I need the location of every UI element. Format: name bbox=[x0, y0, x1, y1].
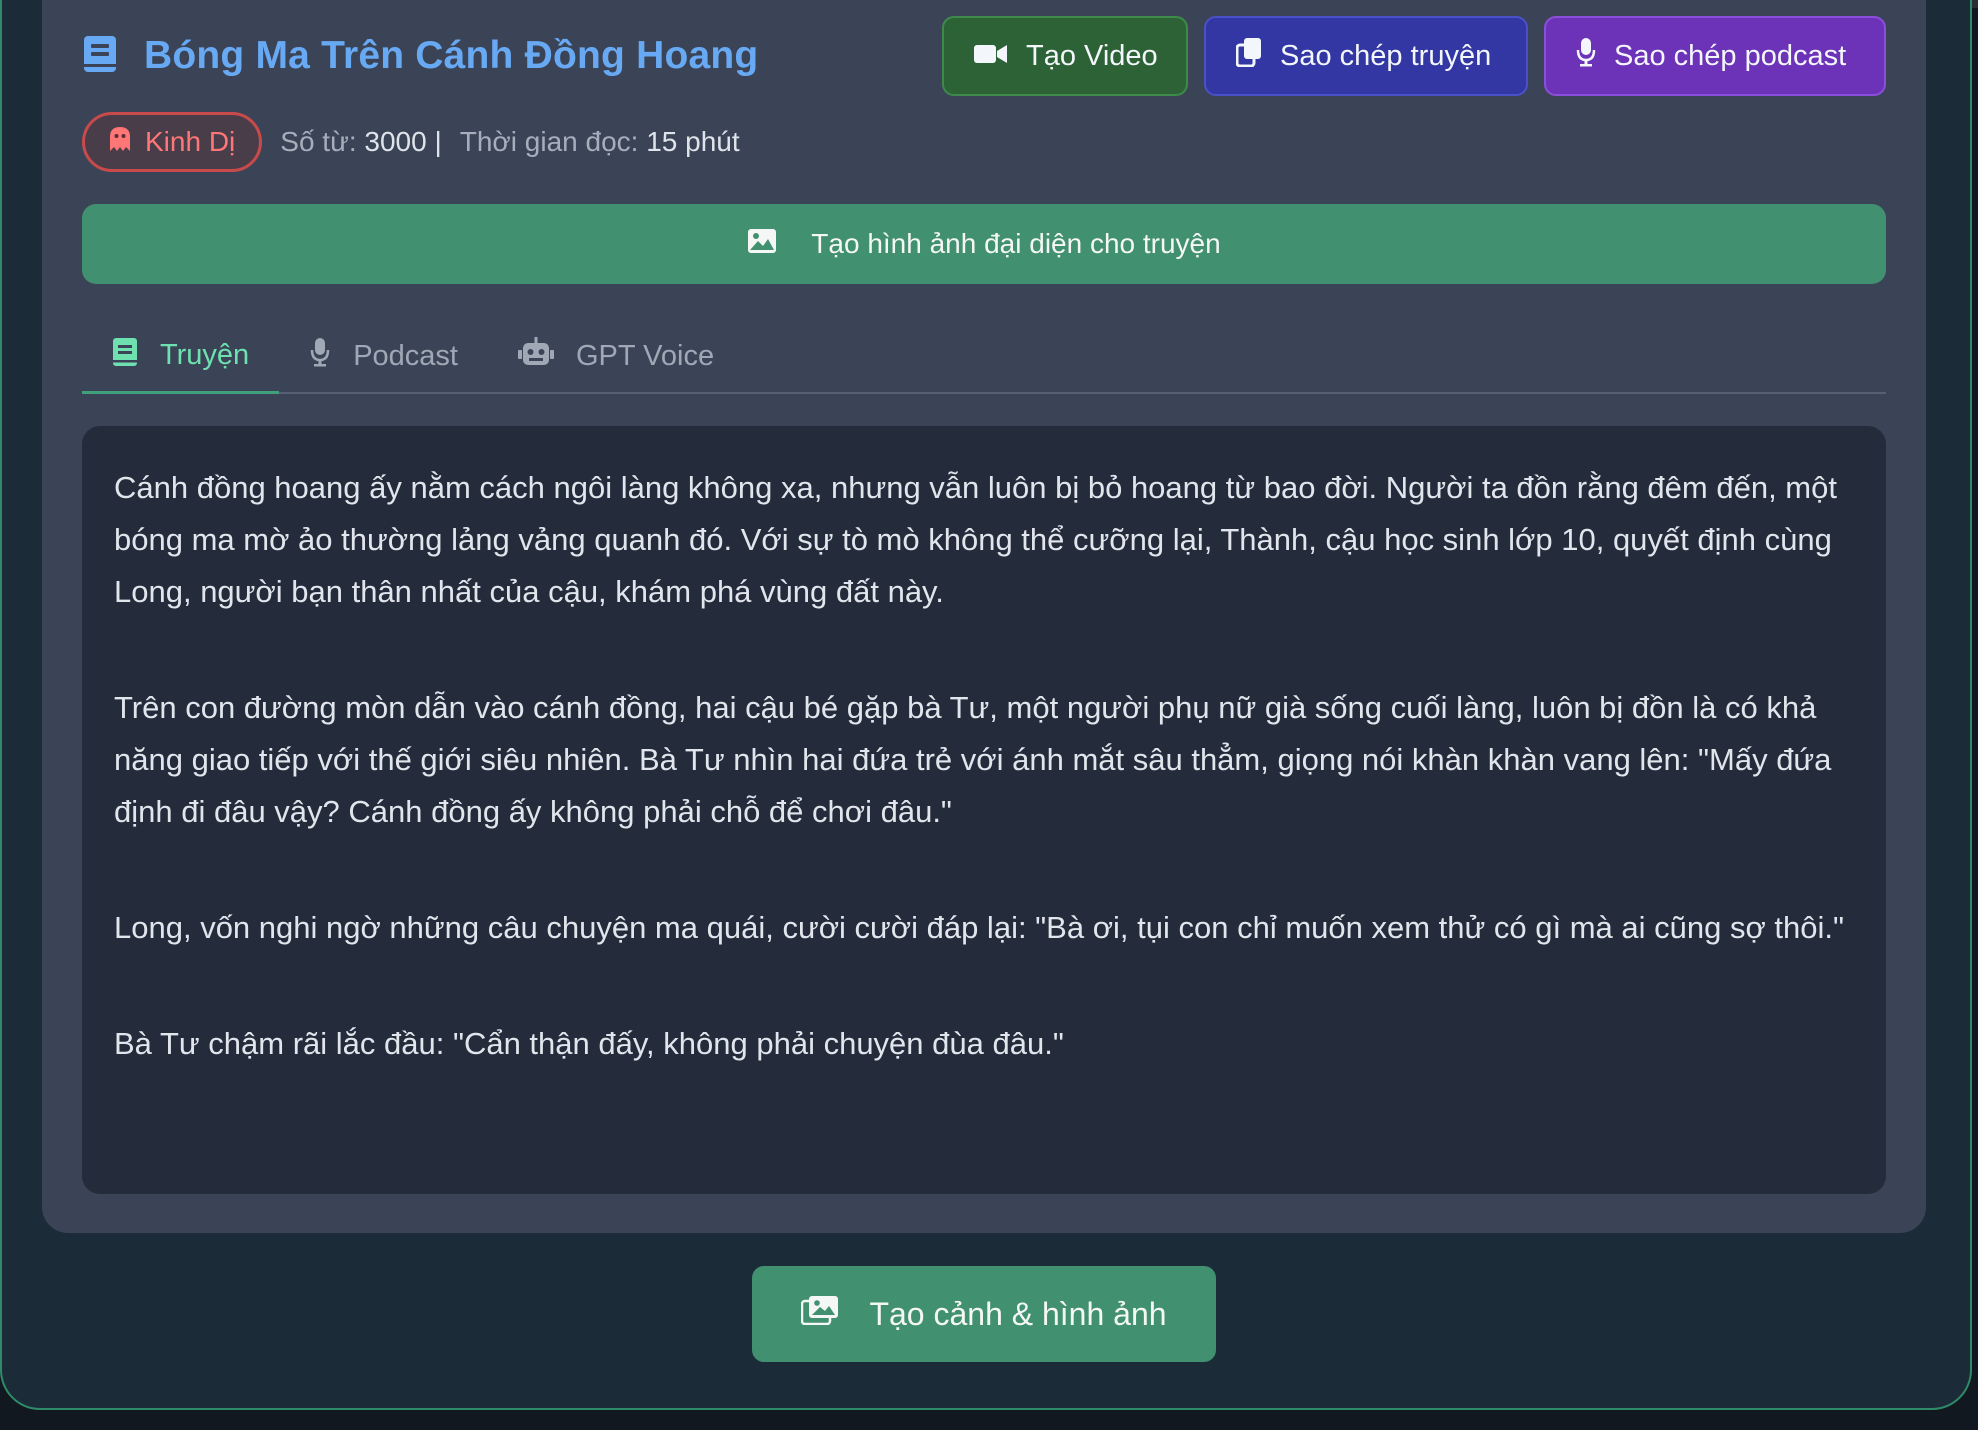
story-header: Bóng Ma Trên Cánh Đồng Hoang Tạo Video S… bbox=[82, 16, 1886, 96]
story-paragraph: Cánh đồng hoang ấy nằm cách ngôi làng kh… bbox=[114, 470, 1837, 609]
tab-gpt-voice-label: GPT Voice bbox=[575, 339, 715, 372]
images-icon bbox=[801, 1295, 839, 1333]
copy-podcast-label: Sao chép podcast bbox=[1614, 39, 1847, 72]
story-paragraph: Long, vốn nghi ngờ những câu chuyện ma q… bbox=[114, 910, 1845, 945]
word-count-value: 3000 bbox=[364, 126, 427, 157]
word-count-label: Số từ: bbox=[280, 126, 357, 157]
read-time-value: 15 phút bbox=[646, 126, 740, 157]
image-icon bbox=[747, 228, 777, 261]
word-count: Số từ: 3000 | bbox=[280, 126, 441, 158]
robot-icon bbox=[517, 337, 554, 375]
genre-badge: Kinh Dị bbox=[82, 112, 263, 172]
generate-scenes-button[interactable]: Tạo cảnh & hình ảnh bbox=[752, 1266, 1216, 1362]
generate-cover-image-button[interactable]: Tạo hình ảnh đại diện cho truyện bbox=[82, 204, 1886, 284]
microphone-icon bbox=[309, 337, 331, 375]
genre-label: Kinh Dị bbox=[145, 126, 236, 157]
title-group: Bóng Ma Trên Cánh Đồng Hoang bbox=[82, 34, 942, 79]
app-frame: Bóng Ma Trên Cánh Đồng Hoang Tạo Video S… bbox=[0, 0, 1972, 1410]
copy-story-button[interactable]: Sao chép truyện bbox=[1204, 16, 1528, 96]
tab-gpt-voice[interactable]: GPT Voice bbox=[488, 320, 744, 392]
tab-story-label: Truyện bbox=[160, 339, 250, 371]
story-content[interactable]: Cánh đồng hoang ấy nằm cách ngôi làng kh… bbox=[82, 426, 1886, 1194]
story-title: Bóng Ma Trên Cánh Đồng Hoang bbox=[144, 34, 759, 77]
read-time: Thời gian đọc: 15 phút bbox=[460, 126, 740, 158]
story-paragraph: Bà Tư chậm rãi lắc đầu: "Cẩn thận đấy, k… bbox=[114, 1026, 1064, 1061]
content-tabs: Truyện Podcast GPT Voice bbox=[82, 320, 1886, 394]
microphone-icon bbox=[1576, 37, 1596, 75]
generate-scenes-label: Tạo cảnh & hình ảnh bbox=[869, 1295, 1167, 1332]
book-icon bbox=[112, 337, 138, 375]
generate-cover-label: Tạo hình ảnh đại diện cho truyện bbox=[811, 228, 1221, 259]
copy-podcast-button[interactable]: Sao chép podcast bbox=[1544, 16, 1886, 96]
create-video-label: Tạo Video bbox=[1026, 39, 1158, 72]
copy-icon bbox=[1235, 37, 1262, 75]
tab-story[interactable]: Truyện bbox=[82, 320, 280, 394]
story-paragraph: Trên con đường mòn dẫn vào cánh đồng, ha… bbox=[114, 690, 1832, 829]
read-time-label: Thời gian đọc: bbox=[459, 126, 639, 157]
story-meta: Kinh Dị Số từ: 3000 | Thời gian đọc: 15 … bbox=[82, 112, 740, 172]
tab-podcast[interactable]: Podcast bbox=[279, 320, 488, 392]
copy-story-label: Sao chép truyện bbox=[1280, 39, 1492, 72]
header-actions: Tạo Video Sao chép truyện Sao chép podca… bbox=[942, 16, 1886, 96]
meta-separator: | bbox=[434, 126, 442, 157]
tab-podcast-label: Podcast bbox=[353, 339, 458, 372]
book-icon bbox=[82, 34, 118, 79]
ghost-icon bbox=[109, 126, 131, 159]
create-video-button[interactable]: Tạo Video bbox=[942, 16, 1188, 96]
video-camera-icon bbox=[974, 40, 1008, 73]
